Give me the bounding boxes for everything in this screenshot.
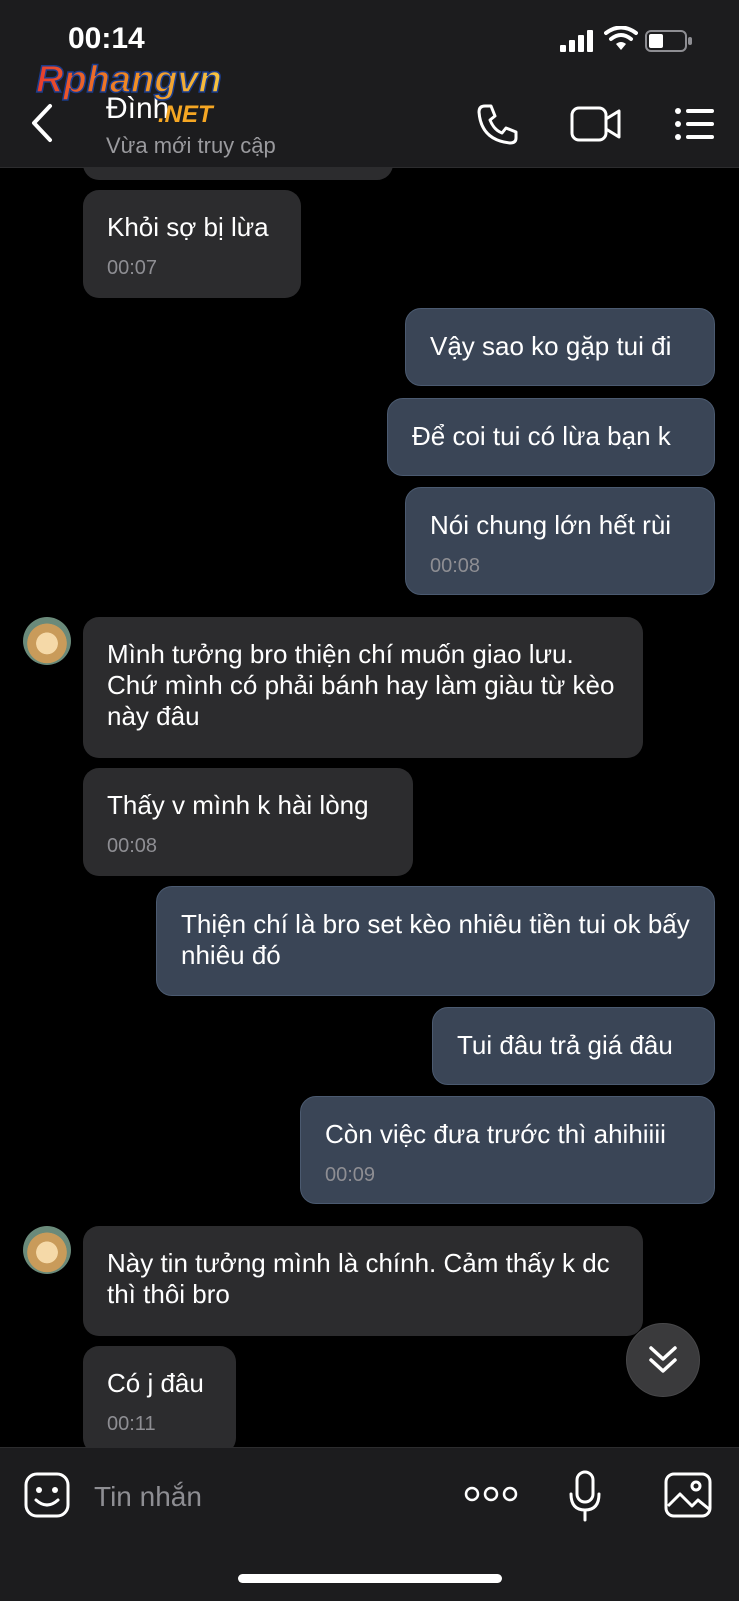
status-bar-time: 00:14 <box>68 22 145 55</box>
message-text: Tui đâu trả giá đâu <box>457 1030 673 1060</box>
wifi-icon <box>604 26 638 50</box>
message-bubble-incoming[interactable]: Thấy v mình k hài lòng 00:08 <box>83 768 413 876</box>
video-call-icon[interactable] <box>570 104 622 144</box>
scroll-to-bottom-button[interactable] <box>626 1323 700 1397</box>
double-chevron-down-icon <box>649 1346 677 1373</box>
message-text: Vậy sao ko gặp tui đi <box>430 331 672 361</box>
message-text: Còn việc đưa trước thì ahihiiii <box>325 1119 666 1149</box>
message-bubble-outgoing[interactable]: Còn việc đưa trước thì ahihiiii 00:09 <box>300 1096 715 1204</box>
message-text: Này tin tưởng mình là chính. Cảm thấy k … <box>107 1248 610 1309</box>
message-bubble-outgoing[interactable]: Nói chung lớn hết rùi 00:08 <box>405 487 715 595</box>
message-bubble-incoming[interactable]: Có j đâu 00:11 <box>83 1346 236 1447</box>
svg-text:Rphangvn: Rphangvn <box>36 59 222 101</box>
message-bubble-outgoing[interactable]: Thiện chí là bro set kèo nhiêu tiền tui … <box>156 886 715 996</box>
phone-call-icon[interactable] <box>476 102 520 146</box>
message-input[interactable] <box>92 1476 426 1518</box>
home-indicator <box>238 1574 502 1583</box>
contact-avatar[interactable] <box>23 617 71 665</box>
message-time: 00:11 <box>107 1413 156 1435</box>
message-time: 00:08 <box>107 835 158 857</box>
microphone-icon[interactable] <box>568 1470 602 1522</box>
contact-status: Vừa mới truy cập <box>106 133 276 158</box>
contact-avatar[interactable] <box>23 1226 71 1274</box>
site-watermark-logo: Rphangvn .NET <box>35 58 222 128</box>
message-bubble-incoming[interactable]: Này tin tưởng mình là chính. Cảm thấy k … <box>83 1226 643 1336</box>
message-text: Thiện chí là bro set kèo nhiêu tiền tui … <box>181 909 690 970</box>
message-bubble-outgoing[interactable]: Vậy sao ko gặp tui đi <box>405 308 715 386</box>
ellipsis-icon[interactable] <box>464 1484 518 1504</box>
message-bubble-outgoing[interactable]: Để coi tui có lừa bạn k <box>387 398 715 476</box>
message-bubble-incoming[interactable]: Khỏi sợ bị lừa 00:07 <box>83 190 301 298</box>
image-icon[interactable] <box>664 1472 712 1518</box>
message-time: 00:08 <box>430 555 481 577</box>
message-text: Khỏi sợ bị lừa <box>107 212 269 242</box>
svg-text:.NET: .NET <box>158 101 215 128</box>
message-text: Thấy v mình k hài lòng <box>107 790 369 820</box>
sticker-icon[interactable] <box>24 1472 70 1518</box>
message-time: 00:07 <box>107 257 158 279</box>
message-bubble-partial <box>83 168 393 180</box>
message-time: 00:09 <box>325 1164 376 1186</box>
message-list: Khỏi sợ bị lừa 00:07 Vậy sao ko gặp tui … <box>0 168 739 1447</box>
message-text: Để coi tui có lừa bạn k <box>412 421 671 451</box>
message-text: Có j đâu <box>107 1368 204 1398</box>
list-menu-icon[interactable] <box>674 106 716 142</box>
message-bubble-incoming[interactable]: Mình tưởng bro thiện chí muốn giao lưu. … <box>83 617 643 758</box>
cellular-signal-icon <box>560 30 593 52</box>
message-text: Mình tưởng bro thiện chí muốn giao lưu. … <box>107 639 615 731</box>
message-bubble-outgoing[interactable]: Tui đâu trả giá đâu <box>432 1007 715 1085</box>
message-text: Nói chung lớn hết rùi <box>430 510 672 540</box>
battery-icon <box>645 30 692 52</box>
